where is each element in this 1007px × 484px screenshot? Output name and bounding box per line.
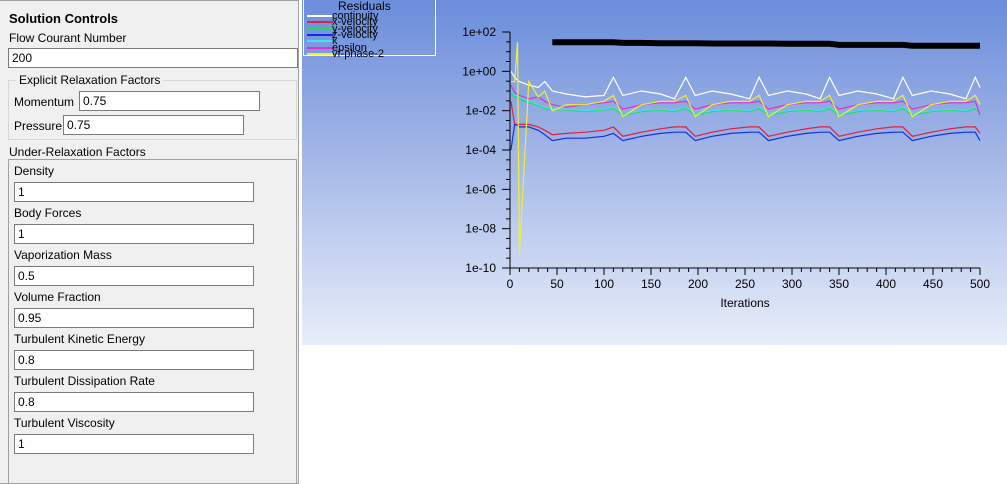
series-line-unlabeled — [552, 39, 980, 49]
y-tick-label: 1e-02 — [465, 104, 496, 118]
y-tick-label: 1e-06 — [465, 182, 496, 196]
legend-swatch — [307, 33, 333, 36]
under-relaxation-input[interactable]: 0.8 — [14, 350, 254, 370]
under-relaxation-input[interactable]: 0.8 — [14, 392, 254, 412]
under-relaxation-label: Turbulent Viscosity — [14, 416, 115, 430]
legend-entry: z-velocity — [332, 28, 378, 41]
chart-legend: Residuals continuity x-velocity y-veloci… — [303, 0, 436, 60]
legend-swatch — [307, 21, 333, 24]
legend-swatch — [307, 52, 333, 55]
x-tick-label: 400 — [876, 277, 896, 291]
legend-swatch — [307, 15, 333, 17]
legend-swatch — [307, 40, 333, 43]
series-line-z-velocity — [510, 123, 981, 151]
x-tick-label: 0 — [507, 277, 514, 291]
x-tick-label: 450 — [923, 277, 943, 291]
x-tick-label: 50 — [550, 277, 564, 291]
y-tick-label: 1e-08 — [465, 222, 496, 236]
y-tick-label: 1e+00 — [462, 64, 496, 78]
y-tick-label: 1e-04 — [465, 143, 496, 157]
x-tick-label: 300 — [782, 277, 802, 291]
x-tick-label: 150 — [641, 277, 661, 291]
y-tick-label: 1e-10 — [465, 261, 496, 275]
x-tick-label: 350 — [829, 277, 849, 291]
x-tick-label: 500 — [970, 277, 990, 291]
residuals-chart: 1e+02 1e+00 1e-02 1e-04 1e-06 1e-08 1e-10 0 50 10… — [462, 25, 990, 310]
x-tick-label: 250 — [735, 277, 755, 291]
legend-title: Residuals — [338, 0, 391, 13]
x-tick-label: 200 — [688, 277, 708, 291]
series-line-continuity — [510, 70, 981, 100]
x-axis-label: Iterations — [720, 296, 769, 310]
y-tick-label: 1e+02 — [462, 25, 496, 39]
series-line-vf-phase-2 — [510, 42, 981, 255]
under-relaxation-input[interactable]: 1 — [14, 434, 254, 454]
under-relaxation-label: Turbulent Dissipation Rate — [14, 374, 155, 388]
legend-swatch — [307, 46, 333, 49]
legend-swatch — [307, 27, 333, 30]
x-tick-label: 100 — [594, 277, 614, 291]
legend-entry: vf-phase-2 — [332, 47, 384, 60]
